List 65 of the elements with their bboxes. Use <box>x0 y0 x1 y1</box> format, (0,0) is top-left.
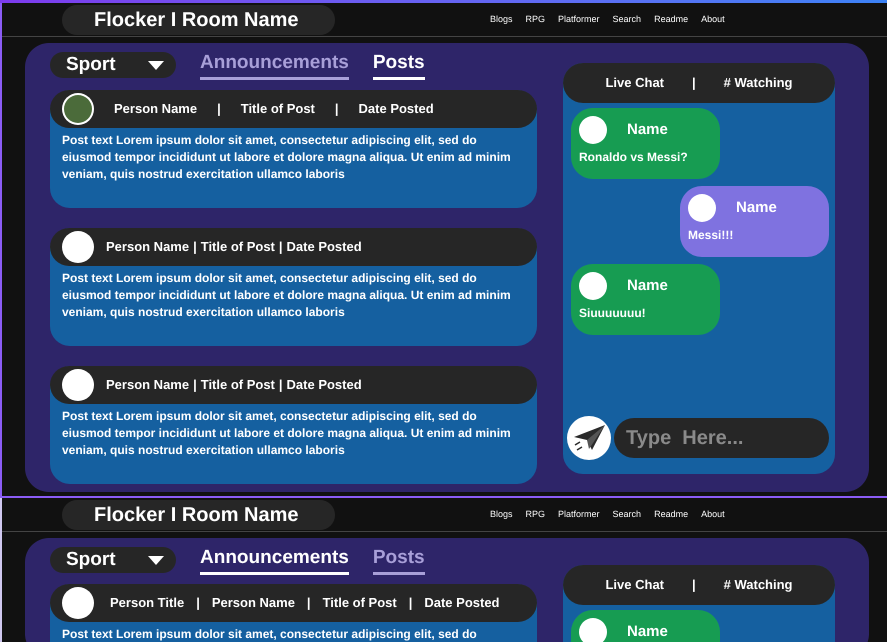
separator-text: | <box>692 74 696 92</box>
sender-name: Name <box>736 198 777 218</box>
tab[interactable]: Announcements <box>200 50 349 80</box>
post-text: Post text Lorem ipsum dolor sit amet, consectetur adipiscing elit, sed do eiusmod tempor incididunt ut labore et dolore magna aliqua. Ut enim ad minim veniam, quis nostrud exercitation ullamco laboris <box>61 408 512 459</box>
avatar-photo-placeholder <box>62 93 94 125</box>
separator-text: | <box>278 238 283 256</box>
post-meta: Date Posted <box>424 594 500 612</box>
sender-name: Name <box>627 120 668 140</box>
tab[interactable]: Posts <box>372 50 425 80</box>
nav-link[interactable]: Search <box>612 508 642 522</box>
post-meta: Person Title <box>110 594 184 612</box>
nav-link[interactable]: RPG <box>526 12 546 26</box>
nav-link[interactable]: Platformer <box>558 12 600 26</box>
room-title: Flocker I Room Name <box>62 500 335 530</box>
room-title: Flocker I Room Name <box>62 4 335 34</box>
separator-text: | <box>193 238 197 256</box>
message-text: Ronaldo vs Messi? <box>579 149 689 166</box>
separator-text: | <box>278 376 283 394</box>
nav-link[interactable]: RPG <box>526 508 546 522</box>
post-meta: Date Posted <box>286 376 362 394</box>
separator-text: | <box>193 376 197 394</box>
tab[interactable]: Posts <box>372 546 425 574</box>
separator-text: | <box>216 100 222 118</box>
separator-text: | <box>306 594 312 612</box>
post-meta: Title of Post <box>240 100 315 118</box>
caret-icon <box>148 60 164 70</box>
post-meta: Title of Post <box>322 594 397 612</box>
post-text: Post text Lorem ipsum dolor sit amet, consectetur adipiscing elit, sed do eiusmod tempor incididunt ut labore et dolore magna aliqua. Ut enim ad minim veniam, quis nostrud exercitation ullamco laboris <box>61 270 512 321</box>
post-text: Post text Lorem ipsum dolor sit amet, consectetur adipiscing elit, sed do eiusmod tempor incididunt ut labore et dolore magna aliqua. Ut enim ad minim veniam, quis nostrud exercitation ullamco laboris <box>61 132 512 183</box>
post-meta: Date Posted <box>358 100 434 118</box>
nav-link[interactable]: Readme <box>654 12 688 26</box>
nav-link[interactable]: About <box>701 508 725 522</box>
post-meta: Date Posted <box>286 238 362 256</box>
post-text: Post text Lorem ipsum dolor sit amet, consectetur adipiscing elit, sed do <box>61 626 478 642</box>
sender-name: Name <box>627 276 668 296</box>
post-meta: Title of Post <box>200 238 275 256</box>
caret-icon <box>148 556 164 564</box>
paper-plane-icon <box>572 423 606 453</box>
message-input[interactable]: Type Here... <box>614 418 829 458</box>
chat-title: Live Chat <box>605 576 664 594</box>
nav-link[interactable]: About <box>701 12 725 26</box>
category-dropdown[interactable]: Sport <box>50 52 176 78</box>
separator-text: | <box>408 594 414 612</box>
post-meta: Title of Post <box>200 376 275 394</box>
post-meta: Person Name <box>114 100 198 118</box>
send-button[interactable] <box>567 416 611 460</box>
category-dropdown[interactable]: Sport <box>50 547 176 573</box>
nav-link[interactable]: Blogs <box>490 12 513 26</box>
sender-name: Name <box>627 622 668 642</box>
post-meta: Person Name <box>212 594 295 612</box>
post-meta: Person Name <box>106 238 190 256</box>
message-text: Messi!!! <box>688 227 734 244</box>
tab[interactable]: Announcements <box>200 546 349 574</box>
separator-text: | <box>334 100 340 118</box>
nav-link[interactable]: Platformer <box>558 508 600 522</box>
separator-text: | <box>692 576 696 594</box>
post-meta: Person Name <box>106 376 190 394</box>
watching-count: # Watching <box>724 576 792 594</box>
nav-link[interactable]: Readme <box>654 508 688 522</box>
message-text: Siuuuuuuu! <box>579 305 647 322</box>
separator-text: | <box>195 594 201 612</box>
nav-link[interactable]: Search <box>612 12 642 26</box>
watching-count: # Watching <box>724 74 792 92</box>
nav-link[interactable]: Blogs <box>490 508 513 522</box>
chat-title: Live Chat <box>605 74 664 92</box>
